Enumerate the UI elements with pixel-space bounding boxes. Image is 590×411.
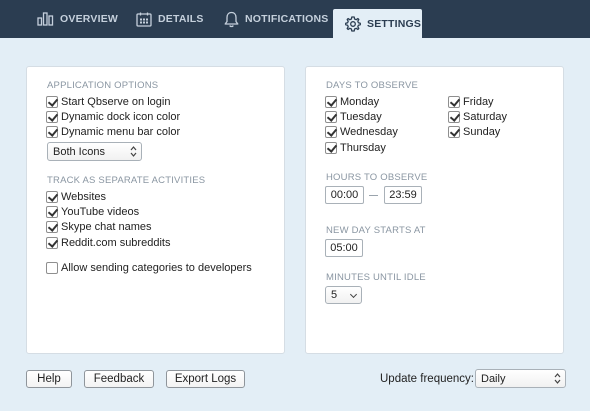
tab-notifications[interactable]: NOTIFICATIONS bbox=[224, 0, 328, 38]
day-wednesday-label: Wednesday bbox=[340, 126, 398, 138]
checkbox-box[interactable] bbox=[325, 96, 337, 108]
bar-chart-icon bbox=[37, 12, 54, 26]
day-friday-checkbox[interactable]: Friday bbox=[448, 95, 494, 109]
day-monday-label: Monday bbox=[340, 96, 380, 108]
checkbox-box[interactable] bbox=[46, 262, 58, 274]
tab-notifications-label: NOTIFICATIONS bbox=[245, 13, 329, 25]
days-to-observe-title: DAYS TO OBSERVE bbox=[326, 80, 419, 91]
day-saturday-label: Saturday bbox=[463, 111, 508, 123]
checkbox-box[interactable] bbox=[325, 126, 337, 138]
checkbox-box[interactable] bbox=[46, 126, 58, 138]
checkbox-box[interactable] bbox=[448, 96, 460, 108]
tab-details-label: DETAILS bbox=[158, 13, 204, 25]
day-thursday-checkbox[interactable]: Thursday bbox=[325, 141, 386, 155]
idle-minutes-value: 5 bbox=[331, 289, 338, 301]
dynamic-menu-bar-label: Dynamic menu bar color bbox=[61, 126, 181, 138]
new-day-starts-title: NEW DAY STARTS AT bbox=[326, 225, 426, 236]
icons-display-value: Both Icons bbox=[53, 145, 105, 158]
day-wednesday-checkbox[interactable]: Wednesday bbox=[325, 125, 398, 139]
tab-settings[interactable]: SETTINGS bbox=[333, 9, 422, 38]
checkbox-box[interactable] bbox=[325, 111, 337, 123]
dynamic-menu-bar-checkbox[interactable]: Dynamic menu bar color bbox=[46, 125, 180, 139]
hours-range-dash bbox=[369, 195, 378, 196]
day-thursday-label: Thursday bbox=[340, 142, 386, 154]
hours-start-field[interactable]: 00:00 bbox=[325, 186, 364, 204]
track-reddit-label: Reddit.com subreddits bbox=[61, 237, 171, 249]
icons-display-select[interactable]: Both Icons bbox=[47, 142, 142, 161]
dynamic-dock-icon-checkbox[interactable]: Dynamic dock icon color bbox=[46, 110, 180, 124]
checkbox-box[interactable] bbox=[46, 191, 58, 203]
new-day-time-field[interactable]: 05:00 bbox=[325, 239, 363, 257]
minutes-until-idle-title: MINUTES UNTIL IDLE bbox=[326, 272, 426, 283]
hours-end-field[interactable]: 23:59 bbox=[384, 186, 422, 204]
bell-icon bbox=[224, 11, 239, 28]
checkbox-box[interactable] bbox=[448, 111, 460, 123]
checkbox-box[interactable] bbox=[46, 206, 58, 218]
day-tuesday-checkbox[interactable]: Tuesday bbox=[325, 110, 382, 124]
gear-icon bbox=[345, 15, 361, 32]
day-tuesday-label: Tuesday bbox=[340, 111, 382, 123]
export-logs-button[interactable]: Export Logs bbox=[166, 370, 245, 388]
tab-settings-label: SETTINGS bbox=[367, 17, 422, 30]
checkbox-box[interactable] bbox=[46, 237, 58, 249]
checkbox-box[interactable] bbox=[46, 111, 58, 123]
idle-minutes-select[interactable]: 5 bbox=[325, 286, 362, 304]
track-websites-checkbox[interactable]: Websites bbox=[46, 190, 106, 204]
track-youtube-label: YouTube videos bbox=[61, 206, 140, 218]
chevron-down-icon bbox=[349, 290, 358, 299]
track-activities-title: TRACK AS SEPARATE ACTIVITIES bbox=[47, 175, 206, 186]
up-down-arrows-icon bbox=[130, 146, 137, 157]
checkbox-box[interactable] bbox=[46, 96, 58, 108]
update-frequency-select[interactable]: Daily bbox=[475, 369, 566, 388]
checkbox-box[interactable] bbox=[325, 142, 337, 154]
tab-overview[interactable]: OVERVIEW bbox=[37, 0, 118, 38]
day-sunday-label: Sunday bbox=[463, 126, 501, 138]
update-frequency-label: Update frequency: bbox=[380, 373, 474, 385]
checkbox-box[interactable] bbox=[448, 126, 460, 138]
application-options-title: APPLICATION OPTIONS bbox=[47, 80, 159, 91]
allow-sending-categories-label: Allow sending categories to developers bbox=[61, 262, 252, 274]
calendar-icon bbox=[136, 12, 152, 27]
start-on-login-checkbox[interactable]: Start Qbserve on login bbox=[46, 95, 170, 109]
tab-details[interactable]: DETAILS bbox=[136, 0, 204, 38]
track-youtube-checkbox[interactable]: YouTube videos bbox=[46, 205, 139, 219]
track-reddit-checkbox[interactable]: Reddit.com subreddits bbox=[46, 236, 170, 250]
top-tab-bar: OVERVIEW DETAILS NOTIFICATIONS SETTINGS bbox=[0, 0, 590, 38]
help-button[interactable]: Help bbox=[26, 370, 72, 388]
day-saturday-checkbox[interactable]: Saturday bbox=[448, 110, 507, 124]
feedback-button[interactable]: Feedback bbox=[84, 370, 154, 388]
start-on-login-label: Start Qbserve on login bbox=[61, 96, 171, 108]
up-down-arrows-icon bbox=[554, 373, 561, 384]
checkbox-box[interactable] bbox=[46, 221, 58, 233]
update-frequency-value: Daily bbox=[481, 372, 506, 385]
track-skype-checkbox[interactable]: Skype chat names bbox=[46, 220, 152, 234]
track-skype-label: Skype chat names bbox=[61, 221, 152, 233]
track-websites-label: Websites bbox=[61, 191, 107, 203]
day-monday-checkbox[interactable]: Monday bbox=[325, 95, 379, 109]
allow-sending-categories-checkbox[interactable]: Allow sending categories to developers bbox=[46, 261, 252, 275]
day-friday-label: Friday bbox=[463, 96, 494, 108]
day-sunday-checkbox[interactable]: Sunday bbox=[448, 125, 500, 139]
tab-overview-label: OVERVIEW bbox=[60, 13, 119, 25]
dynamic-dock-icon-label: Dynamic dock icon color bbox=[61, 111, 181, 123]
hours-to-observe-title: HOURS TO OBSERVE bbox=[326, 172, 428, 183]
